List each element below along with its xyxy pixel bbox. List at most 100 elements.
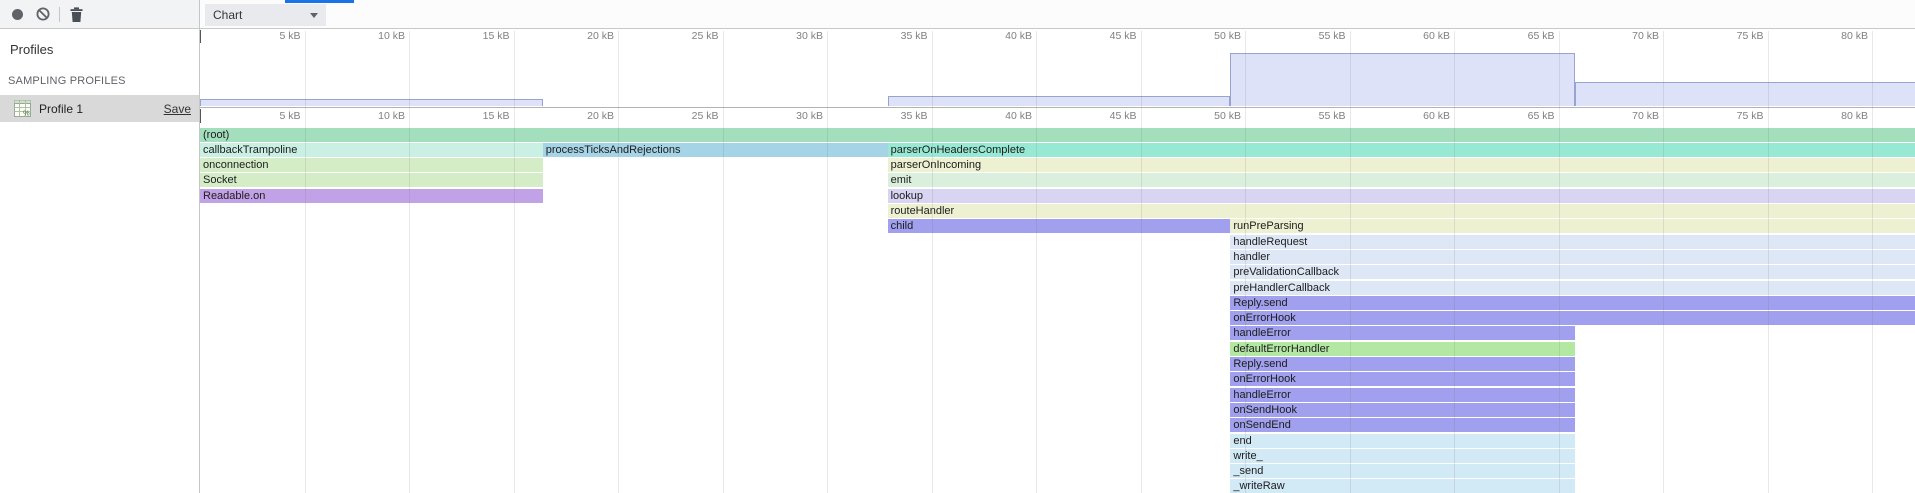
axis-tick-label: 10 kB xyxy=(339,110,405,122)
axis-tick-label: 60 kB xyxy=(1384,30,1450,42)
axis-gridline xyxy=(1245,31,1246,493)
axis-tick-label: 15 kB xyxy=(444,30,510,42)
flame-bar[interactable]: onErrorHook xyxy=(1230,311,1915,325)
delete-profile-button[interactable] xyxy=(63,1,89,27)
flame-bar[interactable]: handler xyxy=(1230,250,1915,264)
flame-bar[interactable]: callbackTrampoline xyxy=(200,143,543,157)
axis-tick-label: 70 kB xyxy=(1593,30,1659,42)
axis-tick-label: 30 kB xyxy=(757,110,823,122)
toolbar-separator xyxy=(59,7,60,22)
flame-bar[interactable]: onconnection xyxy=(200,158,543,172)
axis-gridline xyxy=(1663,31,1664,493)
axis-gridline xyxy=(932,31,933,493)
ruler-origin-tick xyxy=(200,109,201,123)
ruler-origin-tick xyxy=(200,30,201,43)
profiler-toolbar xyxy=(0,0,200,28)
axis-gridline xyxy=(1559,31,1560,493)
flame-bar[interactable]: Readable.on xyxy=(200,189,543,203)
allocation-chart-pane: 5 kB 10 kB 15 kB 20 kB 25 kB 30 kB 35 kB 40 kB 4… xyxy=(200,29,1915,493)
axis-tick-label: 40 kB xyxy=(966,110,1032,122)
axis-gridline xyxy=(1872,31,1873,493)
axis-tick-label: 65 kB xyxy=(1489,110,1555,122)
axis-tick-label: 70 kB xyxy=(1593,110,1659,122)
axis-gridline xyxy=(409,31,410,493)
axis-tick-label: 55 kB xyxy=(1280,110,1346,122)
axis-tick-label: 80 kB xyxy=(1802,110,1868,122)
flame-bar[interactable]: Socket xyxy=(200,173,543,187)
axis-tick-label: 50 kB xyxy=(1175,30,1241,42)
axis-gridline xyxy=(1454,31,1455,493)
flame-bar[interactable]: end xyxy=(1230,434,1575,448)
svg-text:%: % xyxy=(23,109,30,118)
axis-gridline xyxy=(1350,31,1351,493)
flame-bar[interactable]: lookup xyxy=(888,189,1915,203)
overview-divider xyxy=(200,107,1915,108)
axis-tick-label: 50 kB xyxy=(1175,110,1241,122)
overview-area-step xyxy=(888,96,1231,106)
axis-tick-label: 25 kB xyxy=(653,110,719,122)
axis-tick-label: 15 kB xyxy=(444,110,510,122)
chevron-down-icon xyxy=(310,13,318,18)
axis-tick-label: 75 kB xyxy=(1698,30,1764,42)
flame-bar[interactable]: emit xyxy=(888,173,1915,187)
flame-bar[interactable]: Reply.send xyxy=(1230,296,1915,310)
flame-bar[interactable]: _send xyxy=(1230,464,1575,478)
axis-tick-label: 20 kB xyxy=(548,30,614,42)
axis-gridline xyxy=(723,31,724,493)
flame-bar[interactable]: parserOnHeadersComplete xyxy=(888,143,1915,157)
flame-bar[interactable]: Reply.send xyxy=(1230,357,1575,371)
sidebar-title: Profiles xyxy=(0,29,199,69)
flame-bar[interactable]: (root) xyxy=(200,128,1915,142)
axis-tick-label: 45 kB xyxy=(1071,30,1137,42)
flame-bar[interactable]: routeHandler xyxy=(888,204,1915,218)
clear-button[interactable] xyxy=(30,1,56,27)
record-icon xyxy=(12,9,23,20)
flame-bar[interactable]: handleError xyxy=(1230,388,1575,402)
save-profile-link[interactable]: Save xyxy=(164,102,191,116)
flame-bar[interactable]: onSendEnd xyxy=(1230,418,1575,432)
record-button[interactable] xyxy=(4,1,30,27)
flame-bar[interactable]: onSendHook xyxy=(1230,403,1575,417)
axis-tick-label: 75 kB xyxy=(1698,110,1764,122)
overview-area-step xyxy=(1575,82,1915,106)
axis-gridline xyxy=(1036,31,1037,493)
view-mode-value: Chart xyxy=(213,8,310,22)
axis-tick-label: 10 kB xyxy=(339,30,405,42)
flame-bar[interactable]: runPreParsing xyxy=(1230,219,1915,233)
axis-gridline xyxy=(1768,31,1769,493)
flame-bar[interactable]: _writeRaw xyxy=(1230,479,1575,493)
flame-bar[interactable]: preHandlerCallback xyxy=(1230,281,1915,295)
memory-profiler-panel: Chart Profiles SAMPLING PROFILES % Profi… xyxy=(0,0,1915,493)
axis-tick-label: 35 kB xyxy=(862,30,928,42)
axis-tick-label: 40 kB xyxy=(966,30,1032,42)
profile-grid-icon: % xyxy=(14,100,31,117)
flame-bar[interactable]: preValidationCallback xyxy=(1230,265,1915,279)
sidebar-divider xyxy=(199,0,200,493)
profile-list-item[interactable]: % Profile 1 Save xyxy=(0,95,199,122)
flame-bar[interactable]: handleRequest xyxy=(1230,235,1915,249)
flame-bar[interactable]: parserOnIncoming xyxy=(888,158,1915,172)
trash-icon xyxy=(70,7,83,22)
flame-bar[interactable]: onErrorHook xyxy=(1230,372,1575,386)
axis-tick-label: 60 kB xyxy=(1384,110,1450,122)
view-mode-select[interactable]: Chart xyxy=(205,4,326,26)
axis-tick-label: 55 kB xyxy=(1280,30,1346,42)
flame-bar[interactable]: handleError xyxy=(1230,326,1575,340)
allocation-flame-chart: (root)callbackTrampolineprocessTicksAndR… xyxy=(200,128,1915,493)
overview-area-step xyxy=(1230,53,1575,106)
active-tab-indicator xyxy=(285,0,354,3)
axis-tick-label: 80 kB xyxy=(1802,30,1868,42)
axis-tick-label: 25 kB xyxy=(653,30,719,42)
axis-gridline xyxy=(305,31,306,493)
sampling-profiles-section-label: SAMPLING PROFILES xyxy=(0,69,199,95)
panel-toolbar-right xyxy=(200,0,1915,28)
clear-icon xyxy=(36,7,50,21)
flame-bar[interactable]: child xyxy=(888,219,1231,233)
flame-bar[interactable]: processTicksAndRejections xyxy=(543,143,888,157)
axis-tick-label: 45 kB xyxy=(1071,110,1137,122)
flame-bar[interactable]: write_ xyxy=(1230,449,1575,463)
axis-tick-label: 5 kB xyxy=(235,30,301,42)
flame-bar[interactable]: defaultErrorHandler xyxy=(1230,342,1575,356)
axis-gridline xyxy=(618,31,619,493)
memory-overview-chart[interactable] xyxy=(200,42,1915,107)
